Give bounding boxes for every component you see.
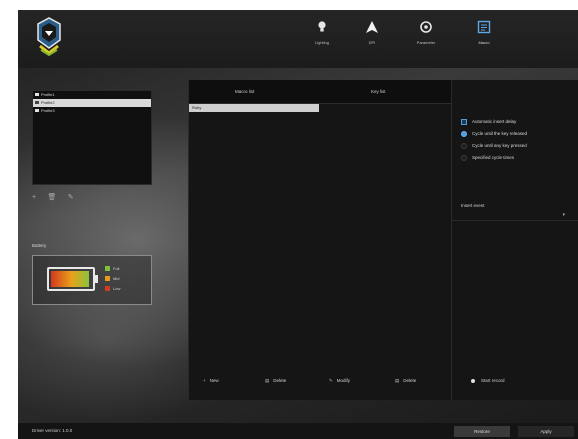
- button-label: Start record: [481, 378, 505, 383]
- app-window: Lighting DPI Parameter Macro Profile1 Pr…: [18, 10, 578, 439]
- start-record-button[interactable]: Start record: [471, 378, 505, 383]
- legend-swatch: [105, 266, 110, 272]
- trash-icon: ▤: [395, 378, 400, 383]
- tab-macro[interactable]: Macro: [460, 20, 508, 60]
- profile-item[interactable]: Profile3: [33, 107, 151, 115]
- profile-label: Profile2: [41, 100, 55, 105]
- macro-icon: [477, 20, 491, 34]
- macro-list[interactable]: Ruby: [189, 104, 319, 364]
- edit-icon: ✎: [329, 378, 333, 383]
- option-label: Cycle until any key pressed: [472, 143, 527, 148]
- insert-event-label: Insert event: [461, 203, 485, 208]
- legend-mid: Mid: [105, 276, 119, 282]
- key-list-header: Key list: [371, 89, 386, 94]
- macro-list-item[interactable]: Ruby: [189, 104, 319, 112]
- macro-header: Macro list Key list: [189, 80, 451, 104]
- button-label: Delete: [403, 378, 417, 383]
- legend-full: Full: [105, 266, 119, 272]
- top-navigation-bar: Lighting DPI Parameter Macro: [18, 10, 578, 68]
- radio-selected-icon: [461, 130, 467, 137]
- battery-level-fill: [51, 271, 89, 287]
- auto-delay-checkbox[interactable]: Automatic insert delay: [461, 118, 516, 126]
- legend-label: Full: [113, 266, 120, 271]
- divider: [451, 80, 452, 400]
- apply-button[interactable]: Apply: [518, 426, 574, 437]
- edit-profile-icon[interactable]: ✎: [68, 193, 74, 201]
- option-label: Specified cycle times: [472, 155, 515, 160]
- trash-icon: ▤: [265, 378, 270, 383]
- profile-toolbar: + 🗑︎ ✎: [32, 193, 84, 203]
- folder-icon: [35, 109, 39, 113]
- arrow-icon: [366, 21, 378, 33]
- battery-icon: [47, 267, 95, 291]
- gear-icon: [420, 21, 432, 33]
- delete-profile-icon[interactable]: 🗑︎: [47, 193, 56, 201]
- tab-dpi[interactable]: DPI: [348, 20, 396, 60]
- profile-list: Profile1 Profile2 Profile3: [32, 90, 152, 185]
- profile-item[interactable]: Profile2: [33, 99, 151, 107]
- tab-label: DPI: [368, 40, 376, 45]
- cycle-release-radio[interactable]: Cycle until the key released: [461, 130, 527, 138]
- battery-panel: Full Mid Low: [32, 255, 152, 305]
- button-label: Delete: [273, 378, 287, 383]
- folder-icon: [35, 101, 39, 105]
- checkbox-checked-icon: [461, 118, 467, 125]
- legend-low: Low: [105, 286, 120, 292]
- tab-label: Lighting: [314, 40, 329, 45]
- macro-panel: Macro list Key list Ruby + New ▤ Delete ✎ M…: [188, 80, 578, 400]
- legend-label: Mid: [113, 276, 120, 281]
- modify-key-button[interactable]: ✎ Modify: [329, 378, 350, 384]
- profile-label: Profile3: [41, 108, 55, 113]
- chevron-down-icon: ▾: [562, 212, 565, 218]
- profile-item[interactable]: Profile1: [33, 91, 151, 99]
- status-bar: Driver version: 1.0.0 Restore Apply: [18, 423, 578, 439]
- specified-times-radio[interactable]: Specified cycle times: [461, 154, 514, 162]
- macro-action-bar: + New ▤ Delete ✎ Modify ▤ Delete: [189, 374, 451, 390]
- restore-button[interactable]: Restore: [454, 426, 510, 437]
- option-label: Automatic insert delay: [472, 119, 517, 124]
- tab-parameter[interactable]: Parameter: [402, 20, 450, 60]
- new-macro-button[interactable]: + New: [203, 378, 219, 383]
- profile-label: Profile1: [41, 92, 55, 97]
- battery-title: Battery: [32, 243, 47, 248]
- bulb-icon: [318, 21, 326, 32]
- tab-label: Parameter: [416, 40, 436, 45]
- folder-icon: [35, 93, 39, 97]
- cycle-any-key-radio[interactable]: Cycle until any key pressed: [461, 142, 527, 150]
- button-label: New: [209, 378, 219, 383]
- driver-version: Driver version: 1.0.0: [32, 428, 73, 433]
- radio-unselected-icon: [461, 142, 467, 149]
- legend-swatch: [105, 276, 110, 282]
- key-list[interactable]: [319, 104, 451, 364]
- record-icon: [471, 378, 475, 383]
- battery-terminal: [95, 275, 98, 283]
- logo-icon: [37, 17, 61, 56]
- plus-icon: +: [203, 378, 206, 383]
- delete-key-button[interactable]: ▤ Delete: [395, 378, 416, 384]
- delete-macro-button[interactable]: ▤ Delete: [265, 378, 286, 384]
- tab-label: Macro: [478, 40, 490, 45]
- option-label: Cycle until the key released: [472, 131, 528, 136]
- add-profile-icon[interactable]: +: [32, 194, 36, 201]
- radio-unselected-icon: [461, 154, 467, 161]
- button-label: Modify: [336, 378, 351, 383]
- macro-list-header: Macro list: [235, 89, 255, 94]
- legend-swatch: [105, 286, 110, 292]
- tab-lighting[interactable]: Lighting: [298, 20, 346, 60]
- divider: [451, 220, 578, 221]
- legend-label: Low: [113, 286, 121, 291]
